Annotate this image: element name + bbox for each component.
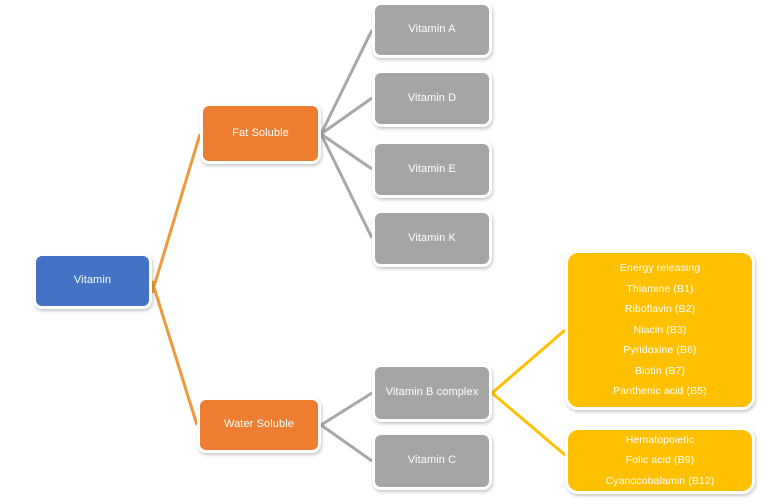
node-energy-releasing-group[interactable]: Energy releasing Thiamine (B1) Riboflavi… — [565, 250, 755, 410]
node-water-soluble-label: Water Soluble — [224, 418, 294, 431]
connector-fat-soluble-to-vitamin-a — [319, 29, 374, 135]
node-vitamin-d[interactable]: Vitamin D — [372, 70, 492, 127]
node-vitamin-k[interactable]: Vitamin K — [372, 210, 492, 267]
node-hematopoietic-group[interactable]: Hematopoietic Folic acid (B9) Cyanocobal… — [565, 427, 755, 494]
energy-group-line: Panthenic acid (B5) — [613, 385, 707, 398]
node-vitamin-a[interactable]: Vitamin A — [372, 2, 492, 58]
energy-group-line: Niacin (B3) — [633, 323, 687, 336]
node-vitamin-label: Vitamin — [73, 274, 112, 287]
energy-group-line: Riboflavin (B2) — [624, 303, 696, 316]
hematopoietic-group-line: Folic acid (B9) — [625, 454, 695, 467]
node-vitamin-k-label: Vitamin K — [408, 231, 456, 244]
connector-fat-soluble-to-vitamin-e — [320, 132, 373, 171]
node-vitamin-a-label: Vitamin A — [408, 23, 456, 36]
node-fat-soluble[interactable]: Fat Soluble — [200, 103, 321, 164]
connector-water-soluble-to-b-complex — [320, 391, 373, 427]
energy-group-line: Energy releasing — [619, 262, 701, 275]
connector-fat-soluble-to-vitamin-d — [320, 96, 373, 136]
vitamin-diagram: Vitamin Fat Soluble Water Soluble Vitami… — [0, 0, 768, 504]
node-vitamin-b-complex[interactable]: Vitamin B complex — [372, 364, 492, 422]
node-vitamin-e-label: Vitamin E — [408, 162, 456, 175]
energy-group-line: Biotin (B7) — [634, 364, 686, 377]
energy-group-line: Thiamine (B1) — [626, 282, 694, 295]
connector-vitamin-to-water-soluble — [150, 280, 199, 426]
node-vitamin-c-label: Vitamin C — [407, 454, 457, 467]
node-vitamin-c[interactable]: Vitamin C — [372, 432, 492, 490]
connector-b-complex-to-hematopoietic — [491, 391, 566, 457]
node-vitamin-b-complex-label: Vitamin B complex — [385, 386, 479, 399]
connector-b-complex-to-energy-releasing — [491, 328, 566, 395]
hematopoietic-group-line: Cyanocobalamin (B12) — [605, 474, 715, 487]
node-fat-soluble-label: Fat Soluble — [232, 126, 289, 139]
node-vitamin-d-label: Vitamin D — [407, 91, 457, 104]
node-vitamin[interactable]: Vitamin — [33, 253, 152, 309]
connector-fat-soluble-to-vitamin-k — [319, 133, 374, 239]
connector-vitamin-to-fat-soluble — [150, 133, 202, 294]
hematopoietic-group-line: Hematopoietic — [625, 433, 695, 446]
node-water-soluble[interactable]: Water Soluble — [197, 397, 321, 453]
energy-group-line: Pyridoxine (B6) — [623, 344, 697, 357]
connector-water-soluble-to-vitamin-c — [320, 423, 373, 463]
node-vitamin-e[interactable]: Vitamin E — [372, 141, 492, 198]
